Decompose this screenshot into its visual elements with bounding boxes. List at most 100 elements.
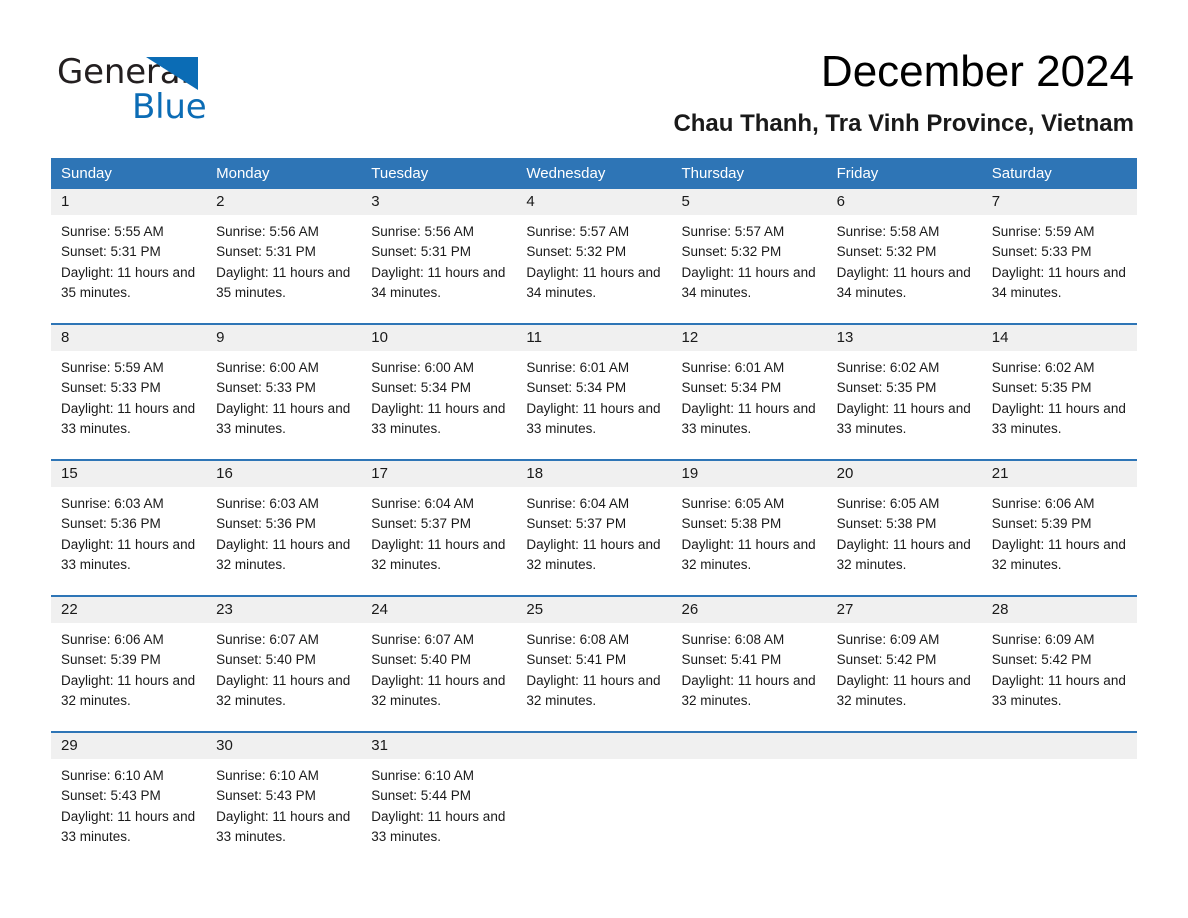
sunrise-text: Sunrise: 6:09 AM — [991, 632, 1095, 647]
sunset-text: Sunset: 5:42 PM — [836, 652, 937, 668]
weekday-header-tuesday: Tuesday — [371, 165, 429, 182]
day-cell: Sunrise: 6:03 AM Sunset: 5:36 PM Dayligh… — [51, 487, 206, 595]
sunrise-text: Sunrise: 6:01 AM — [526, 360, 630, 375]
daylight-text: Daylight: 11 hours and 32 minutes. — [526, 536, 661, 572]
sunset-text: Sunset: 5:34 PM — [681, 380, 782, 396]
daylight-text: Daylight: 11 hours and 33 minutes. — [991, 400, 1126, 436]
day-cell-empty — [516, 733, 671, 759]
day-cell: Sunrise: 6:00 AM Sunset: 5:34 PM Dayligh… — [361, 351, 516, 459]
day-number[interactable]: 22 — [51, 597, 206, 623]
day-cell: Sunrise: 5:56 AM Sunset: 5:31 PM Dayligh… — [206, 215, 361, 323]
daylight-text: Daylight: 11 hours and 33 minutes. — [61, 808, 196, 844]
sunrise-text: Sunrise: 5:59 AM — [991, 224, 1095, 239]
sunrise-text: Sunrise: 6:05 AM — [836, 496, 940, 511]
week-date-band: 29 30 31 — [51, 733, 1137, 759]
day-number[interactable]: 11 — [516, 325, 671, 351]
week-date-band: 22 23 24 25 26 27 28 — [51, 597, 1137, 623]
sunrise-text: Sunrise: 6:00 AM — [371, 360, 475, 375]
day-number[interactable]: 31 — [361, 733, 516, 759]
day-number[interactable]: 21 — [982, 461, 1137, 487]
weekday-header-thursday: Thursday — [681, 165, 745, 182]
day-number[interactable]: 7 — [982, 189, 1137, 215]
daylight-text: Daylight: 11 hours and 32 minutes. — [526, 672, 661, 708]
day-number[interactable]: 4 — [516, 189, 671, 215]
day-number[interactable]: 1 — [51, 189, 206, 215]
day-cell: Sunrise: 6:06 AM Sunset: 5:39 PM Dayligh… — [51, 623, 206, 731]
day-cell: Sunrise: 5:59 AM Sunset: 5:33 PM Dayligh… — [982, 215, 1137, 323]
sunset-text: Sunset: 5:43 PM — [61, 788, 161, 804]
day-cell: Sunrise: 6:04 AM Sunset: 5:37 PM Dayligh… — [361, 487, 516, 595]
day-number[interactable]: 29 — [51, 733, 206, 759]
day-number[interactable]: 5 — [672, 189, 827, 215]
daylight-text: Daylight: 11 hours and 32 minutes. — [681, 672, 816, 708]
week-detail-band: Sunrise: 6:06 AM Sunset: 5:39 PM Dayligh… — [51, 623, 1137, 731]
daylight-text: Daylight: 11 hours and 32 minutes. — [61, 672, 196, 708]
day-cell: Sunrise: 6:10 AM Sunset: 5:44 PM Dayligh… — [361, 759, 516, 867]
day-number[interactable]: 18 — [516, 461, 671, 487]
day-cell-empty — [827, 733, 982, 759]
sunrise-text: Sunrise: 6:06 AM — [61, 632, 164, 647]
sunset-text: Sunset: 5:36 PM — [216, 516, 316, 532]
daylight-text: Daylight: 11 hours and 34 minutes. — [836, 264, 971, 300]
week-detail-band: Sunrise: 6:03 AM Sunset: 5:36 PM Dayligh… — [51, 487, 1137, 595]
day-number[interactable]: 16 — [206, 461, 361, 487]
weekday-header-wednesday: Wednesday — [526, 165, 606, 182]
day-number[interactable]: 14 — [982, 325, 1137, 351]
logo-text-blue: Blue — [132, 87, 207, 127]
sunrise-text: Sunrise: 6:10 AM — [216, 768, 319, 783]
sunset-text: Sunset: 5:41 PM — [681, 652, 782, 668]
day-cell-empty — [982, 733, 1137, 759]
sunrise-text: Sunrise: 6:04 AM — [371, 496, 475, 511]
sunrise-text: Sunrise: 5:55 AM — [61, 224, 164, 239]
daylight-text: Daylight: 11 hours and 33 minutes. — [216, 400, 351, 436]
daylight-text: Daylight: 11 hours and 32 minutes. — [681, 536, 816, 572]
day-cell: Sunrise: 5:59 AM Sunset: 5:33 PM Dayligh… — [51, 351, 206, 459]
day-cell: Sunrise: 6:02 AM Sunset: 5:35 PM Dayligh… — [827, 351, 982, 459]
day-number[interactable]: 25 — [516, 597, 671, 623]
day-number[interactable]: 3 — [361, 189, 516, 215]
sunset-text: Sunset: 5:32 PM — [836, 244, 937, 260]
day-number[interactable]: 2 — [206, 189, 361, 215]
daylight-text: Daylight: 11 hours and 33 minutes. — [681, 400, 816, 436]
title-block: December 2024 Chau Thanh, Tra Vinh Provi… — [434, 46, 1134, 139]
day-cell: Sunrise: 6:03 AM Sunset: 5:36 PM Dayligh… — [206, 487, 361, 595]
sunset-text: Sunset: 5:37 PM — [526, 516, 627, 532]
day-number[interactable]: 12 — [672, 325, 827, 351]
sunrise-text: Sunrise: 6:08 AM — [681, 632, 785, 647]
day-number[interactable]: 23 — [206, 597, 361, 623]
sunrise-text: Sunrise: 6:02 AM — [991, 360, 1095, 375]
day-number[interactable]: 27 — [827, 597, 982, 623]
week-row: 29 30 31 Sunrise: 6:10 AM Sunset: 5:43 P… — [51, 731, 1137, 867]
sunrise-text: Sunrise: 6:08 AM — [526, 632, 630, 647]
daylight-text: Daylight: 11 hours and 32 minutes. — [216, 672, 351, 708]
day-number[interactable]: 15 — [51, 461, 206, 487]
day-number[interactable]: 6 — [827, 189, 982, 215]
day-number[interactable]: 30 — [206, 733, 361, 759]
day-number[interactable]: 28 — [982, 597, 1137, 623]
sunrise-text: Sunrise: 6:03 AM — [61, 496, 164, 511]
day-number[interactable]: 19 — [672, 461, 827, 487]
day-number[interactable]: 9 — [206, 325, 361, 351]
day-cell: Sunrise: 6:02 AM Sunset: 5:35 PM Dayligh… — [982, 351, 1137, 459]
sunrise-text: Sunrise: 6:03 AM — [216, 496, 319, 511]
week-row: 8 9 10 11 12 13 14 Sunrise: 5:59 AM Suns… — [51, 323, 1137, 459]
daylight-text: Daylight: 11 hours and 33 minutes. — [216, 808, 351, 844]
daylight-text: Daylight: 11 hours and 33 minutes. — [526, 400, 661, 436]
location-subtitle: Chau Thanh, Tra Vinh Province, Vietnam — [673, 110, 1134, 137]
sunset-text: Sunset: 5:40 PM — [216, 652, 316, 668]
page-header: General Blue December 2024 Chau Thanh, T… — [0, 0, 1188, 150]
day-number[interactable]: 8 — [51, 325, 206, 351]
sunset-text: Sunset: 5:37 PM — [371, 516, 472, 532]
sunset-text: Sunset: 5:35 PM — [836, 380, 937, 396]
sunrise-text: Sunrise: 6:07 AM — [216, 632, 319, 647]
day-number[interactable]: 17 — [361, 461, 516, 487]
day-number[interactable]: 26 — [672, 597, 827, 623]
day-number[interactable]: 10 — [361, 325, 516, 351]
day-number[interactable]: 20 — [827, 461, 982, 487]
week-row: 22 23 24 25 26 27 28 Sunrise: 6:06 AM Su… — [51, 595, 1137, 731]
day-cell: Sunrise: 6:09 AM Sunset: 5:42 PM Dayligh… — [982, 623, 1137, 731]
sunset-text: Sunset: 5:38 PM — [836, 516, 937, 532]
day-number[interactable]: 13 — [827, 325, 982, 351]
day-cell: Sunrise: 6:05 AM Sunset: 5:38 PM Dayligh… — [827, 487, 982, 595]
day-number[interactable]: 24 — [361, 597, 516, 623]
